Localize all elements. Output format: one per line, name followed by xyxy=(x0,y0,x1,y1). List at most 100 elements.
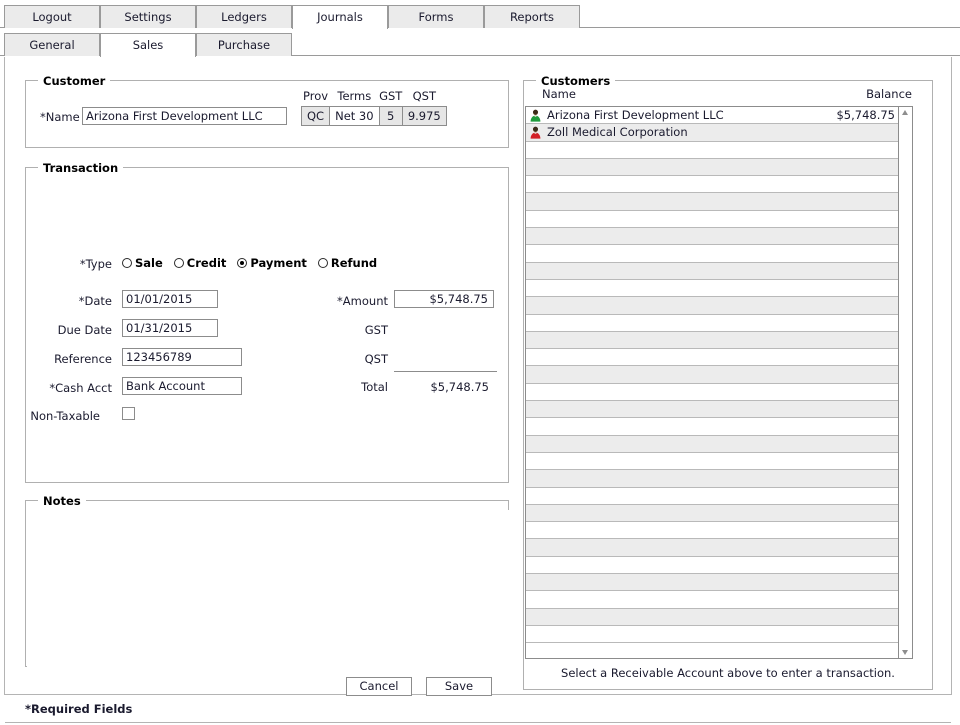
tab-forms[interactable]: Forms xyxy=(388,5,484,28)
transaction-section-legend: Transaction xyxy=(38,161,124,175)
radio-type-credit[interactable]: Credit xyxy=(173,255,227,270)
customers-list-scrollbar[interactable] xyxy=(898,107,912,658)
transaction-type-radio-group[interactable]: Sale Credit Payment Refund xyxy=(122,255,388,270)
customer-row-empty xyxy=(526,625,898,644)
customer-row-empty xyxy=(526,349,898,367)
application-window: Logout Settings Ledgers Journals Forms Report… xyxy=(0,0,960,725)
due-date-input[interactable] xyxy=(122,319,218,337)
customer-row-empty xyxy=(526,522,898,540)
customer-row-empty xyxy=(526,279,898,298)
non-taxable-label: Non-Taxable xyxy=(30,409,100,423)
radio-indicator-sale-icon xyxy=(122,257,132,268)
notes-textarea[interactable] xyxy=(27,510,509,667)
customer-row-empty xyxy=(526,608,898,626)
amount-input[interactable] xyxy=(394,290,494,308)
notes-section-legend: Notes xyxy=(38,494,86,508)
customer-row-empty xyxy=(526,297,898,315)
customers-list-rows: Arizona First Development LLC $5,748.75 Zo… xyxy=(526,107,898,658)
customer-row-empty xyxy=(526,401,898,419)
customer-row-empty xyxy=(526,383,898,402)
terms-value-terms: Net 30 xyxy=(329,106,380,126)
customer-row-empty xyxy=(526,452,898,471)
customer-row-name: Arizona First Development LLC xyxy=(547,108,724,122)
radio-label-refund: Refund xyxy=(330,255,378,270)
notes-section: Notes xyxy=(25,494,509,667)
reference-input[interactable] xyxy=(122,348,242,366)
radio-label-sale: Sale xyxy=(135,255,163,270)
customers-list[interactable]: Arizona First Development LLC $5,748.75 Zo… xyxy=(525,106,913,659)
date-input[interactable] xyxy=(122,290,218,308)
cash-account-input[interactable] xyxy=(122,377,242,395)
transaction-section: Transaction *Type Sale Credit Payment Refun… xyxy=(25,161,509,483)
customer-row-empty xyxy=(526,141,898,159)
customer-row-empty xyxy=(526,176,898,194)
total-separator-rule xyxy=(394,371,497,372)
customer-row-balance: $5,748.75 xyxy=(836,108,895,122)
customer-row-empty xyxy=(526,435,898,453)
radio-indicator-refund-icon xyxy=(317,257,328,268)
non-taxable-checkbox[interactable] xyxy=(122,407,135,420)
tab-journals[interactable]: Journals xyxy=(292,5,388,29)
secondary-tab-bar: General Sales Purchase xyxy=(0,28,960,57)
radio-type-refund[interactable]: Refund xyxy=(317,255,378,270)
customer-row-empty xyxy=(526,418,898,436)
radio-label-credit: Credit xyxy=(186,255,227,270)
customer-row-empty xyxy=(526,331,898,350)
customer-row-empty xyxy=(526,193,898,211)
customer-name-input[interactable] xyxy=(82,107,287,125)
date-label: *Date xyxy=(78,294,112,308)
tab-logout[interactable]: Logout xyxy=(4,5,100,28)
due-date-label: Due Date xyxy=(57,323,112,337)
amount-label: *Amount xyxy=(337,294,388,308)
journal-sales-panel: Customer *Name Prov Terms GST QST QC Net… xyxy=(4,57,952,723)
customer-row-empty xyxy=(526,210,898,229)
customer-row-empty xyxy=(526,245,898,263)
radio-type-sale[interactable]: Sale xyxy=(122,256,163,270)
qst-label: QST xyxy=(364,352,388,366)
customer-row[interactable]: Arizona First Development LLC $5,748.75 xyxy=(526,107,898,125)
gst-label: GST xyxy=(364,323,388,337)
customer-row-empty xyxy=(526,314,898,332)
subtab-general[interactable]: General xyxy=(4,33,100,56)
terms-value-row: QC Net 30 5 9.975 xyxy=(300,106,447,126)
cancel-button[interactable]: Cancel xyxy=(346,677,412,696)
terms-value-prov: QC xyxy=(300,106,331,126)
scroll-down-arrow-icon[interactable] xyxy=(899,646,912,658)
tab-ledgers[interactable]: Ledgers xyxy=(196,5,292,28)
customer-row-empty xyxy=(526,504,898,523)
subtab-purchase[interactable]: Purchase xyxy=(196,33,292,56)
terms-header-prov: Prov xyxy=(303,89,329,103)
customer-row-empty xyxy=(526,556,898,575)
customer-row-empty xyxy=(526,574,898,592)
customers-list-footer-text: Select a Receivable Account above to ent… xyxy=(561,666,895,680)
terms-value-gst: 5 xyxy=(378,106,403,126)
terms-header-terms: Terms xyxy=(337,89,372,103)
tab-settings[interactable]: Settings xyxy=(100,5,196,28)
radio-type-payment[interactable]: Payment xyxy=(237,256,307,270)
cash-account-label: *Cash Acct xyxy=(49,381,112,395)
footer-divider xyxy=(5,722,951,723)
person-icon-red xyxy=(530,126,541,139)
customer-row-empty xyxy=(526,470,898,488)
customers-column-name: Name xyxy=(542,87,576,101)
customer-row-empty xyxy=(526,591,898,609)
customer-row-empty xyxy=(526,262,898,280)
terms-header-row: Prov Terms GST QST xyxy=(302,89,447,107)
customer-row-empty xyxy=(526,539,898,557)
customer-section: Customer *Name Prov Terms GST QST QC Net… xyxy=(25,74,509,148)
terms-header-qst: QST xyxy=(412,89,436,103)
save-button[interactable]: Save xyxy=(426,677,492,696)
customers-column-balance: Balance xyxy=(866,87,912,101)
total-label: Total xyxy=(361,380,388,394)
radio-indicator-credit-icon xyxy=(173,257,184,268)
subtab-sales[interactable]: Sales xyxy=(100,33,196,57)
total-value: $5,748.75 xyxy=(430,380,489,394)
customer-row[interactable]: Zoll Medical Corporation xyxy=(526,124,898,142)
scroll-up-arrow-icon[interactable] xyxy=(899,107,912,119)
customer-row-empty xyxy=(526,158,898,177)
customer-row-empty xyxy=(526,228,898,246)
tab-reports[interactable]: Reports xyxy=(484,5,580,28)
transaction-type-label: *Type xyxy=(79,257,112,271)
customers-section-legend: Customers xyxy=(536,74,616,88)
person-icon-green xyxy=(530,109,541,122)
